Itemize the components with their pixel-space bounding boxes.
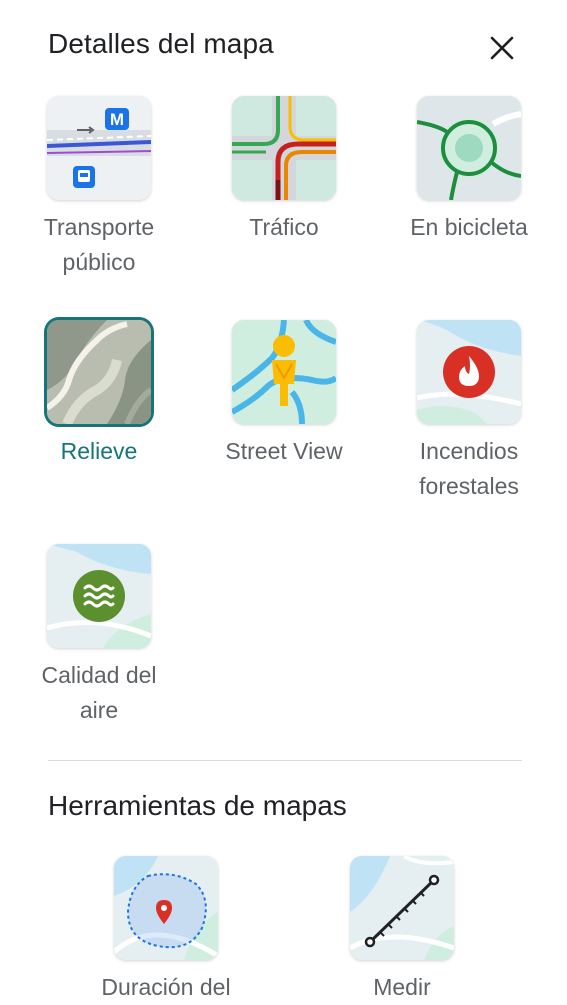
tools-section-title: Herramientas de mapas — [48, 790, 347, 821]
map-detail-label: En bicicleta — [410, 214, 528, 240]
svg-text:M: M — [110, 110, 124, 129]
tool-travel-time[interactable]: Duración del — [91, 856, 241, 1005]
section-divider — [48, 760, 522, 761]
map-detail-label: Calidad del aire — [41, 662, 157, 723]
terrain-thumbnail — [47, 320, 151, 424]
transit-thumbnail: M — [47, 96, 151, 200]
measure-thumbnail — [350, 856, 454, 960]
map-detail-traffic[interactable]: Tráfico — [209, 96, 359, 245]
map-detail-label: Relieve — [60, 438, 138, 464]
map-detail-air-quality[interactable]: Calidad del aire — [24, 544, 174, 728]
map-detail-label: Incendios forestales — [419, 438, 519, 499]
map-detail-label: Street View — [225, 438, 343, 464]
travel-time-thumbnail — [114, 856, 218, 960]
air-quality-thumbnail — [47, 544, 151, 648]
map-detail-bicycling[interactable]: En bicicleta — [394, 96, 544, 245]
streetview-thumbnail — [232, 320, 336, 424]
map-detail-transit[interactable]: M Transporte público — [24, 96, 174, 280]
wildfire-thumbnail — [417, 320, 521, 424]
panel-title: Detalles del mapa — [48, 28, 274, 59]
tool-measure[interactable]: Medir — [327, 856, 477, 1005]
map-detail-wildfires[interactable]: Incendios forestales — [394, 320, 544, 504]
bicycle-thumbnail — [417, 96, 521, 200]
map-detail-streetview[interactable]: Street View — [209, 320, 359, 469]
traffic-thumbnail — [232, 96, 336, 200]
close-button[interactable] — [482, 28, 522, 68]
map-detail-label: Tráfico — [249, 214, 319, 240]
map-details-panel: Detalles del mapa M Transporte público T… — [0, 0, 567, 1000]
map-detail-label: Transporte público — [43, 214, 155, 275]
map-detail-terrain[interactable]: Relieve — [24, 320, 174, 469]
close-icon — [490, 36, 514, 60]
